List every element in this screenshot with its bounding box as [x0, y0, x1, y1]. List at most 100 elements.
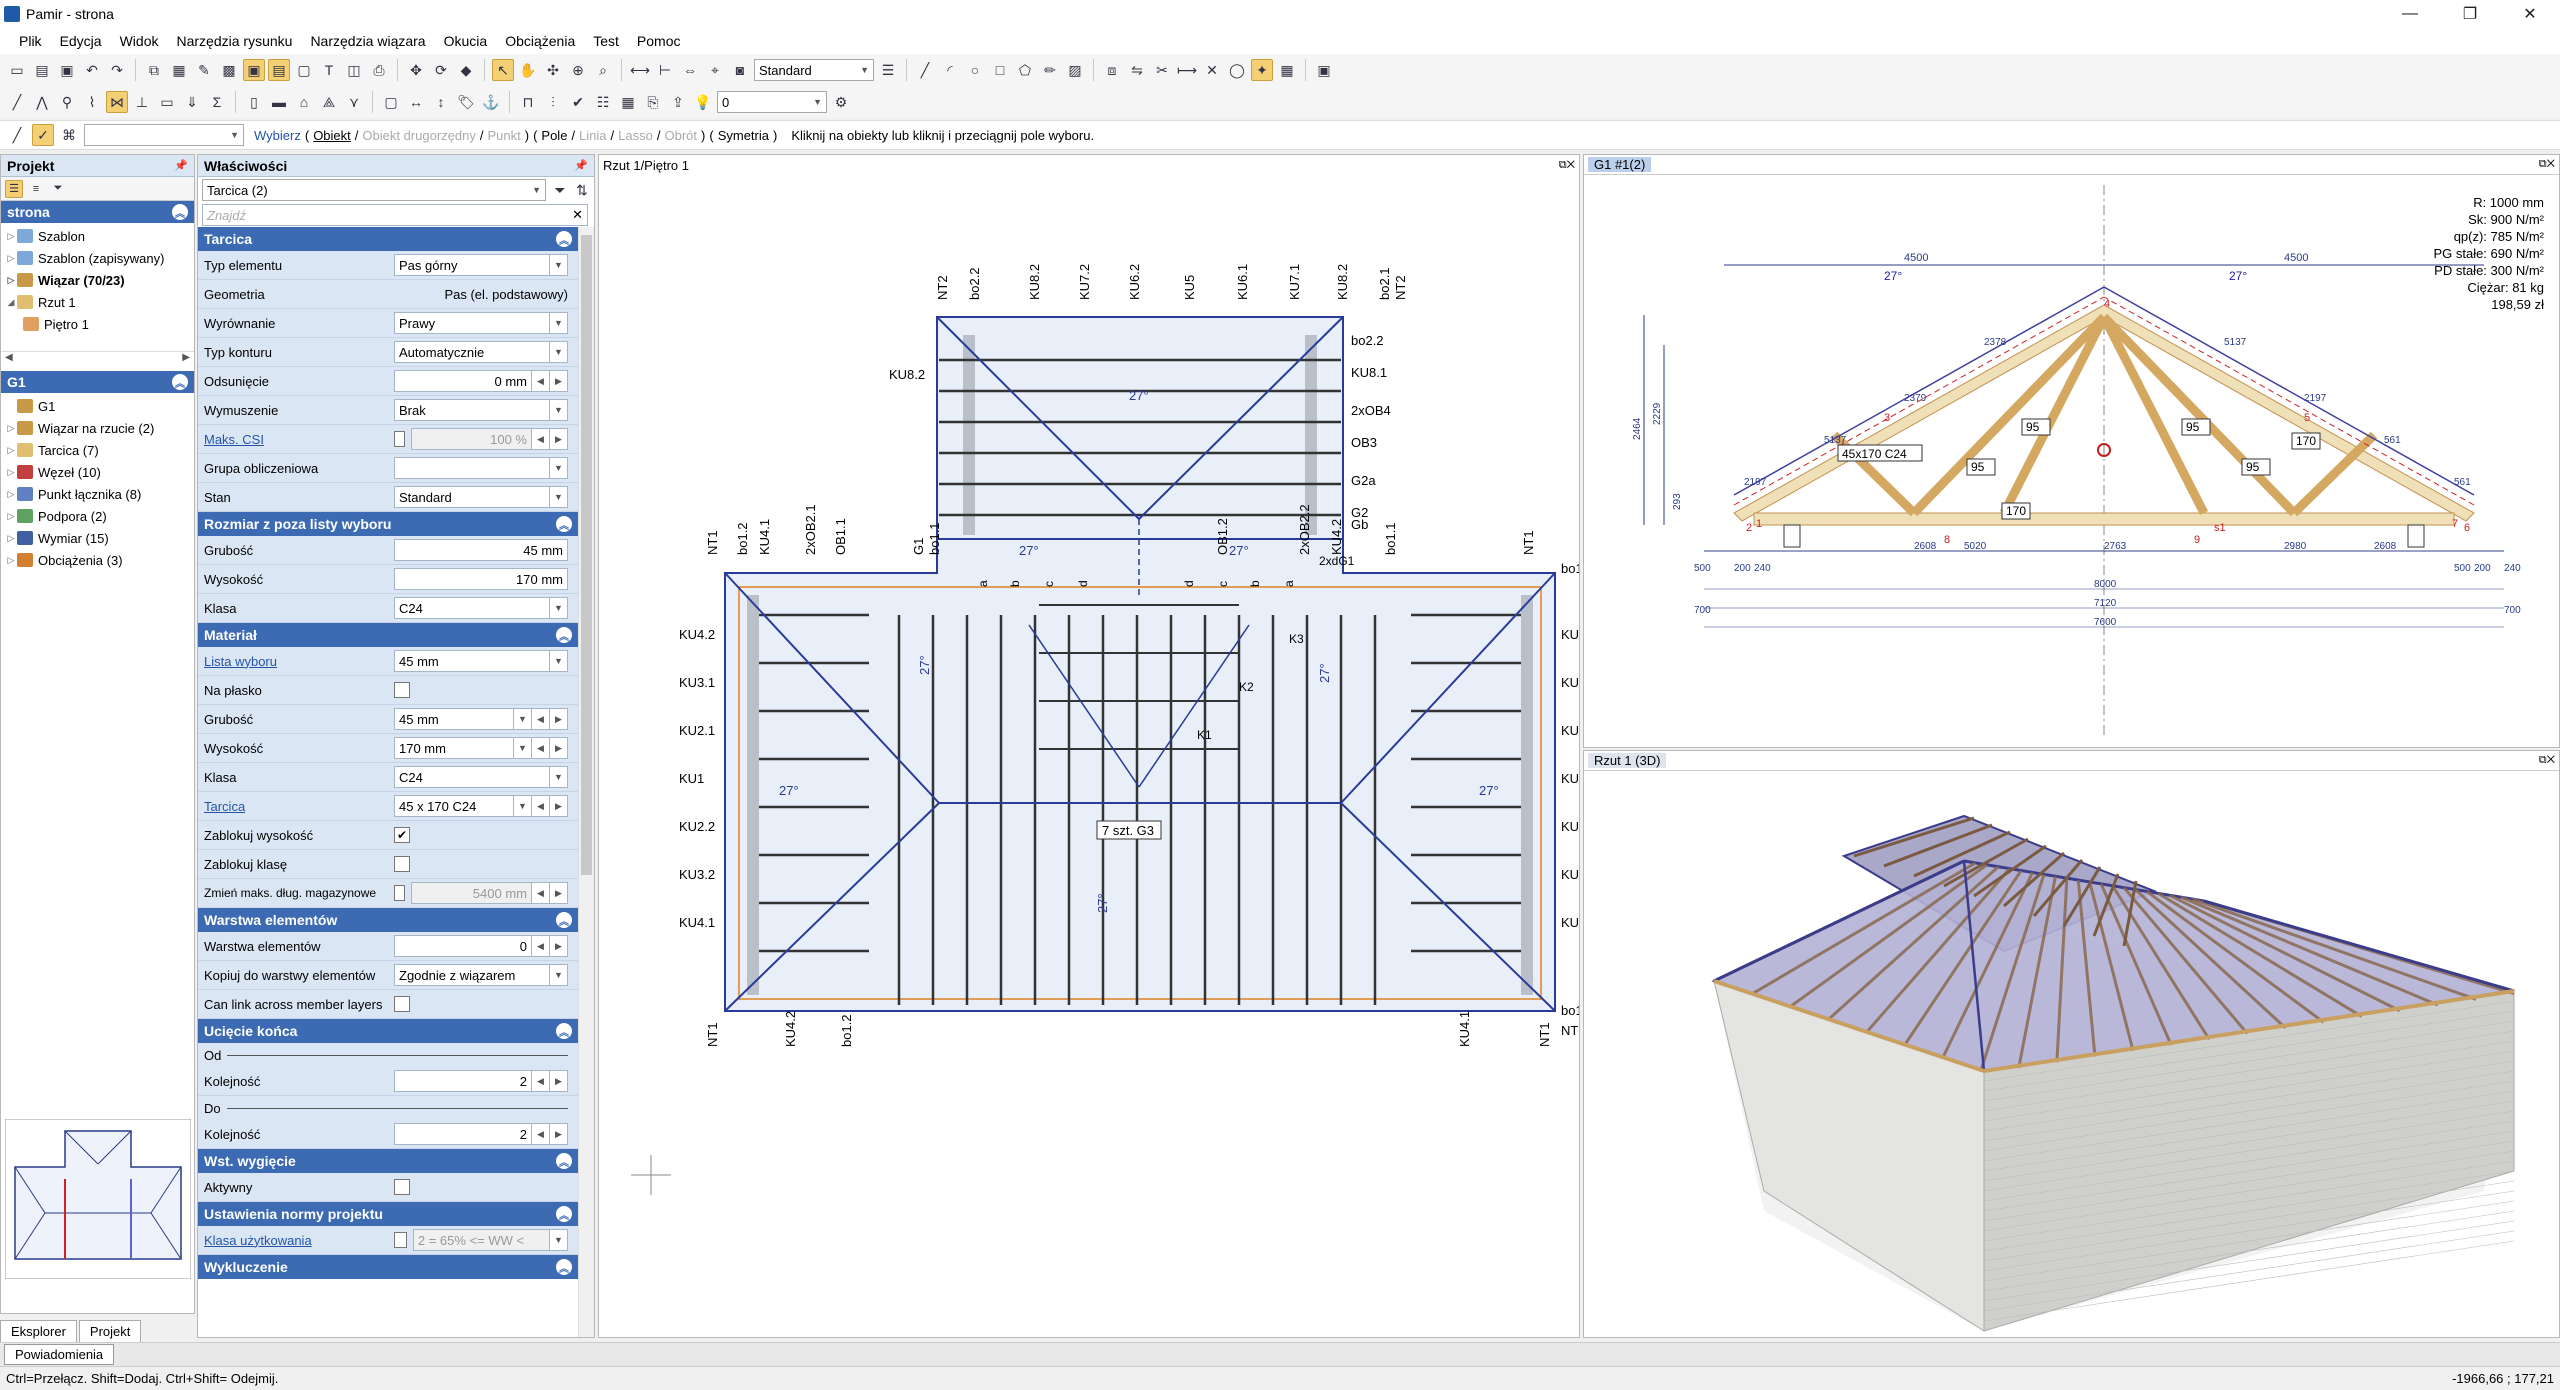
- measure-icon[interactable]: ⟷: [629, 59, 651, 81]
- klasa-select[interactable]: C24: [394, 597, 550, 619]
- dropdown-icon[interactable]: ▼: [514, 737, 532, 759]
- tree-item-g1[interactable]: G1: [5, 395, 194, 417]
- truss-icon[interactable]: ⋀: [31, 91, 53, 113]
- orbit-icon[interactable]: ✣: [542, 59, 564, 81]
- sel-lasso[interactable]: Lasso: [618, 128, 653, 143]
- dropdown-icon[interactable]: ▼: [550, 254, 568, 276]
- stepper-left-icon[interactable]: ◀: [532, 370, 550, 392]
- menu-narzedzia-wiazara[interactable]: Narzędzia wiązara: [301, 33, 434, 49]
- stepper-right-icon[interactable]: ▶: [550, 737, 568, 759]
- member-icon[interactable]: ⌇: [81, 91, 103, 113]
- collapse-icon[interactable]: ︽: [172, 204, 188, 220]
- filter-icon[interactable]: ⏷: [552, 179, 568, 201]
- support-icon[interactable]: ⊥: [131, 91, 153, 113]
- section-tarcica[interactable]: Tarcica ︽: [198, 227, 578, 251]
- menu-widok[interactable]: Widok: [111, 33, 168, 49]
- trim-icon[interactable]: ✂: [1151, 59, 1173, 81]
- section-rozmiar[interactable]: Rozmiar z poza listy wyboru ︽: [198, 512, 578, 536]
- tree-item-wiazar-na-rzucie[interactable]: ▷ Wiązar na rzucie (2): [5, 417, 194, 439]
- klasa-uzytkowania-link[interactable]: Klasa użytkowania: [198, 1233, 394, 1248]
- kopiuj-select[interactable]: Zgodnie z wiązarem: [394, 964, 550, 986]
- sel-pole[interactable]: Pole: [541, 128, 567, 143]
- tree-item-szablon-zapisywany[interactable]: ▷ Szablon (zapisywany): [5, 247, 194, 269]
- load-icon[interactable]: ⇓: [181, 91, 203, 113]
- clear-icon[interactable]: ✕: [572, 207, 583, 223]
- grid-icon[interactable]: ▩: [218, 59, 240, 81]
- dim-h-icon[interactable]: ↔: [405, 91, 427, 113]
- tarcica-link[interactable]: Tarcica: [198, 799, 394, 814]
- open-icon[interactable]: ▤: [31, 59, 53, 81]
- sel-symetria[interactable]: Symetria: [718, 128, 769, 143]
- tree-scrollbar[interactable]: ◀ ▶: [1, 351, 194, 371]
- dropdown-icon[interactable]: ▼: [550, 766, 568, 788]
- grubosc-input[interactable]: 45 mm: [394, 539, 568, 561]
- rect-icon[interactable]: □: [989, 59, 1011, 81]
- maks-csi-checkbox[interactable]: [394, 431, 406, 447]
- list-icon[interactable]: ☷: [592, 91, 614, 113]
- tree-flat-icon[interactable]: ≡: [27, 180, 45, 198]
- tree-item-podpora[interactable]: ▷ Podpora (2): [5, 505, 194, 527]
- tree-item-wiazar[interactable]: ▷ Wiązar (70/23): [5, 269, 194, 291]
- sel-obiekt[interactable]: Obiekt: [313, 128, 351, 143]
- stepper-left-icon[interactable]: ◀: [532, 795, 550, 817]
- frame2-icon[interactable]: ▢: [380, 91, 402, 113]
- kolejnosc-do-input[interactable]: 2: [394, 1123, 532, 1145]
- pin-icon[interactable]: 📌: [574, 159, 588, 172]
- roof-3d-render[interactable]: [1584, 771, 2559, 1337]
- polygon-icon[interactable]: ⬠: [1014, 59, 1036, 81]
- can-link-checkbox[interactable]: [394, 996, 410, 1012]
- camera-icon[interactable]: ◙: [729, 59, 751, 81]
- sel-linia[interactable]: Linia: [579, 128, 606, 143]
- filter-icon[interactable]: ⏷: [49, 180, 67, 198]
- stepper-left-icon[interactable]: ◀: [532, 935, 550, 957]
- view-icon[interactable]: ▣: [243, 59, 265, 81]
- truss-view[interactable]: G1 #1(2) ⧉✕ R: 1000 mm Sk: 900 N/m² qp(z): …: [1583, 154, 2560, 748]
- typ-konturu-select[interactable]: Automatycznie: [394, 341, 550, 363]
- cross-icon[interactable]: ✕: [1201, 59, 1223, 81]
- line-icon[interactable]: ╱: [914, 59, 936, 81]
- anchor-icon[interactable]: ⚓: [480, 91, 502, 113]
- lista-wyboru-select[interactable]: 45 mm: [394, 650, 550, 672]
- dropdown-icon[interactable]: ▼: [550, 399, 568, 421]
- lamp-icon[interactable]: 💡: [692, 91, 714, 113]
- array-icon[interactable]: ⧈: [1101, 59, 1123, 81]
- section-normy[interactable]: Ustawienia normy projektu ︽: [198, 1202, 578, 1226]
- overview-minimap[interactable]: [5, 1119, 191, 1279]
- grupa-input[interactable]: [394, 457, 550, 479]
- select-icon[interactable]: ↖: [492, 59, 514, 81]
- klasa-uzytkowania-checkbox[interactable]: [394, 1232, 407, 1248]
- group-g1[interactable]: G1 ︽: [1, 371, 194, 393]
- section-wykluczenie[interactable]: Wykluczenie ︽: [198, 1255, 578, 1279]
- zmien-maks-checkbox[interactable]: [394, 885, 406, 901]
- collapse-icon[interactable]: ︽: [556, 1259, 572, 1275]
- collapse-icon[interactable]: ︽: [556, 912, 572, 928]
- pan-icon[interactable]: ✋: [517, 59, 539, 81]
- highlight-icon[interactable]: ✦: [1251, 59, 1273, 81]
- mirror-icon[interactable]: ⇋: [1126, 59, 1148, 81]
- dropdown-icon[interactable]: ▼: [514, 708, 532, 730]
- stepper-right-icon[interactable]: ▶: [550, 370, 568, 392]
- dropdown-icon[interactable]: ▼: [514, 795, 532, 817]
- dropdown-icon[interactable]: ▼: [550, 341, 568, 363]
- plate-icon[interactable]: ▭: [156, 91, 178, 113]
- stepper-right-icon[interactable]: ▶: [550, 1070, 568, 1092]
- print-icon[interactable]: ⎙: [368, 59, 390, 81]
- stepper-right-icon[interactable]: ▶: [550, 708, 568, 730]
- stretch-icon[interactable]: ⇔: [679, 59, 701, 81]
- beam-icon[interactable]: ▬: [268, 91, 290, 113]
- tree-item-punkt-lacznika[interactable]: ▷ Punkt łącznika (8): [5, 483, 194, 505]
- dropdown-icon[interactable]: ▼: [550, 964, 568, 986]
- na-plasko-checkbox[interactable]: [394, 682, 410, 698]
- calc-icon[interactable]: Σ: [206, 91, 228, 113]
- section-warstwa[interactable]: Warstwa elementów ︽: [198, 908, 578, 932]
- properties-search-input[interactable]: Znajdź ✕: [202, 204, 588, 226]
- dropdown-icon[interactable]: ▼: [550, 486, 568, 508]
- wall-icon[interactable]: ▯: [243, 91, 265, 113]
- tab-eksplorer[interactable]: Eksplorer: [0, 1320, 77, 1342]
- maks-csi-link[interactable]: Maks. CSI: [198, 432, 394, 447]
- roof-icon[interactable]: ⌂: [293, 91, 315, 113]
- sel-obiekt-drug[interactable]: Obiekt drugorzędny: [362, 128, 475, 143]
- sel-mode3-icon[interactable]: ⌘: [58, 124, 80, 146]
- valley-icon[interactable]: ⋎: [343, 91, 365, 113]
- sort-icon[interactable]: ⇅: [574, 179, 590, 201]
